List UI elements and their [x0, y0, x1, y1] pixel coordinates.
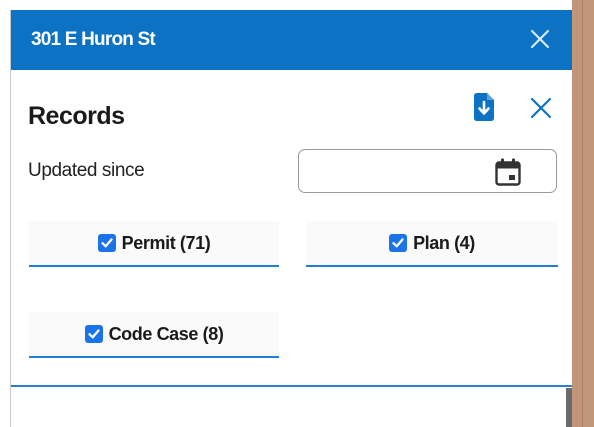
- plan-checkbox[interactable]: [389, 234, 408, 252]
- records-panel: 301 E Huron St Records Updated since Per…: [10, 10, 572, 427]
- updated-since-date-field[interactable]: [298, 149, 557, 193]
- checkmark-icon: [87, 329, 100, 339]
- permit-checkbox[interactable]: [97, 234, 116, 252]
- map-edge-line: [582, 0, 583, 427]
- top-strip: [0, 0, 594, 10]
- close-icon[interactable]: [528, 95, 554, 121]
- section-divider: [11, 385, 572, 387]
- plan-label: Plan (4): [413, 232, 475, 253]
- calendar-icon[interactable]: [495, 158, 521, 186]
- updated-since-label: Updated since: [28, 160, 145, 181]
- plan-filter-button[interactable]: Plan (4): [306, 221, 558, 267]
- date-input[interactable]: [307, 158, 491, 186]
- checkmark-icon: [101, 238, 113, 248]
- close-icon[interactable]: [527, 26, 553, 52]
- code-case-label: Code Case (8): [108, 323, 224, 344]
- panel-header: 301 E Huron St: [11, 10, 572, 70]
- code-case-filter-button[interactable]: Code Case (8): [29, 312, 279, 358]
- permit-filter-button[interactable]: Permit (71): [29, 221, 279, 267]
- file-download-icon[interactable]: [474, 93, 494, 121]
- records-heading: Records: [28, 102, 125, 130]
- scrollbar[interactable]: [566, 388, 572, 427]
- permit-label: Permit (71): [121, 232, 211, 253]
- checkmark-icon: [392, 238, 404, 248]
- code-case-checkbox[interactable]: [84, 325, 103, 343]
- address-title: 301 E Huron St: [31, 29, 156, 50]
- map-background: [572, 0, 594, 427]
